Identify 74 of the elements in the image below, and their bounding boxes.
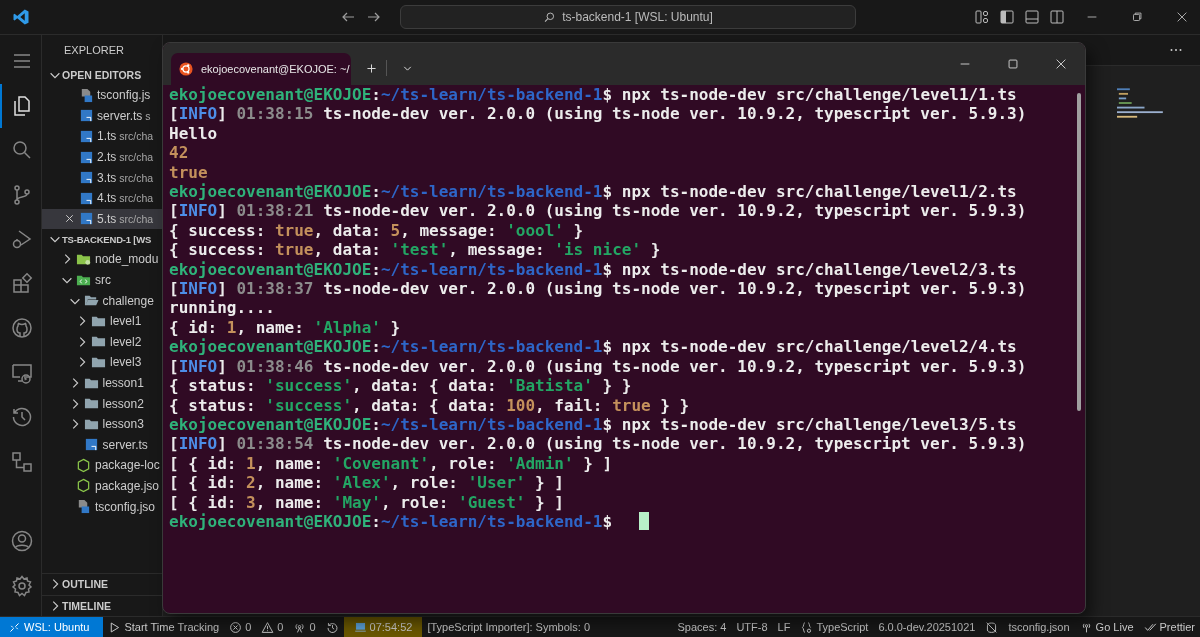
tree-item-label[interactable]: lesson3 <box>102 417 144 432</box>
editor-file-name[interactable]: 5.ts <box>97 211 117 226</box>
status-bar-item[interactable]: 07:54:52 <box>343 617 423 637</box>
selected-editor-row[interactable]: 5.ts src/cha <box>42 208 162 230</box>
terminal-line: [ { id: 1, name: 'Covenant', role: 'Admin' } ] <box>169 453 613 474</box>
section-title: TS-BACKEND-1 [WS <box>62 233 152 245</box>
section-title: TIMELINE <box>62 599 111 612</box>
terminal-line: ekojoecovenant@EKOJOE:~/ts-learn/ts-backend-1$ npx ts-node-dev src/challenge/level1/1.ts <box>169 85 1017 105</box>
editor-file-name[interactable]: 2.ts <box>97 150 117 165</box>
tree-item-label[interactable]: tsconfig.jso <box>95 499 156 514</box>
editor-file-name[interactable]: 3.ts <box>97 170 117 185</box>
terminal-line: [INFO] 01:38:21 ts-node-dev ver. 2.0.0 (using ts-node ver. 10.9.2, typescript ver. 5.9.3) <box>169 201 1027 221</box>
tree-item-label[interactable]: challenge <box>102 293 154 308</box>
terminal-line: { status: 'success', data: { data: 'Batista' } } <box>169 376 632 396</box>
editor-file-path: s <box>145 109 151 122</box>
explorer-title: EXPLORER <box>63 43 125 58</box>
editor-file-path: src/cha <box>119 130 154 143</box>
terminal-line: [ { id: 2, name: 'Alex', role: 'User' } ] <box>169 473 564 493</box>
status-bar-item[interactable]: 0 <box>256 617 289 637</box>
editor-file-name[interactable]: server.ts <box>97 108 143 123</box>
tree-item-label[interactable]: lesson2 <box>102 396 144 411</box>
terminal-tab[interactable]: ekojoecovenant@EKOJOE: ~/ <box>171 53 351 85</box>
terminal-line: ekojoecovenant@EKOJOE:~/ts-learn/ts-backend-1$ npx ts-node-dev src/challenge/level1/2.ts <box>169 182 1017 202</box>
terminal-line: ekojoecovenant@EKOJOE:~/ts-learn/ts-backend-1$ <box>169 511 613 532</box>
command-search-field[interactable]: ts-backend-1 [WSL: Ubuntu] <box>400 5 856 29</box>
status-bar-item[interactable]: 6.0.0-dev.20251021 <box>873 617 981 637</box>
editor-file-path: src/cha <box>119 171 154 184</box>
status-bar-item[interactable]: tsconfig.json <box>1003 617 1075 637</box>
status-bar-item[interactable]: WSL: Ubuntu <box>0 617 104 637</box>
terminal-line: [INFO] 01:38:15 ts-node-dev ver. 2.0.0 (using ts-node ver. 10.9.2, typescript ver. 5.9.3) <box>169 104 1027 124</box>
status-bar-item[interactable]: TypeScript <box>795 617 874 637</box>
editor-file-path: src/cha <box>119 212 154 225</box>
status-bar-item[interactable]: 0 <box>224 617 257 637</box>
terminal-line: { id: 1, name: 'Alpha' } <box>169 317 401 338</box>
terminal-line: running.... <box>169 298 275 318</box>
terminal-line: [INFO] 01:38:54 ts-node-dev ver. 2.0.0 (using ts-node ver. 10.9.2, typescript ver. 5.9.3) <box>169 434 1027 454</box>
terminal-line: { status: 'success', data: { data: 100, fail: true } } <box>169 395 690 415</box>
terminal-line: [INFO] 01:38:37 ts-node-dev ver. 2.0.0 (using ts-node ver. 10.9.2, typescript ver. 5.9.3) <box>169 279 1027 299</box>
tree-item-label[interactable]: level2 <box>110 334 142 349</box>
status-bar-item[interactable]: [TypeScript Importer]: Symbols: 0 <box>422 617 595 637</box>
terminal-line: ekojoecovenant@EKOJOE:~/ts-learn/ts-backend-1$ npx ts-node-dev src/challenge/level2/3.ts <box>169 259 1017 280</box>
status-bar-item[interactable]: Prettier <box>1138 617 1200 637</box>
tree-item-label[interactable]: level3 <box>110 355 142 370</box>
terminal-line: ekojoecovenant@EKOJOE:~/ts-learn/ts-backend-1$ npx ts-node-dev src/challenge/level2/4.ts <box>169 337 1017 357</box>
editor-file-path: src/cha <box>119 192 154 205</box>
terminal-line: ekojoecovenant@EKOJOE:~/ts-learn/ts-backend-1$ npx ts-node-dev src/challenge/level3/5.ts <box>169 414 1017 435</box>
section-header-toggle[interactable]: TS-BACKEND-1 [WS <box>42 229 162 250</box>
editor-file-name[interactable]: 4.ts <box>97 191 117 206</box>
section-title: OPEN EDITORS <box>62 69 142 81</box>
editor-file-path: src/cha <box>119 151 154 164</box>
editor-file-name[interactable]: 1.ts <box>97 129 117 144</box>
tree-item-label[interactable]: package.jso <box>95 479 160 493</box>
tree-item-label[interactable]: server.ts <box>102 437 148 452</box>
editor-file-name[interactable]: tsconfig.js <box>97 88 151 103</box>
tree-item-label[interactable]: package-loc <box>95 458 160 473</box>
status-bar-item[interactable]: LF <box>772 617 796 637</box>
status-bar-item[interactable]: UTF-8 <box>731 617 773 637</box>
status-bar-item[interactable]: Start Time Tracking <box>103 617 225 637</box>
tree-item-label[interactable]: node_modu <box>95 252 159 267</box>
terminal-line: true <box>169 162 208 183</box>
section-title: OUTLINE <box>62 578 109 591</box>
status-bar-item[interactable]: Go Live <box>1074 617 1139 637</box>
terminal-line: [ { id: 3, name: 'May', role: 'Guest' } ] <box>169 492 564 512</box>
tree-item-label[interactable]: level1 <box>110 314 142 329</box>
tree-item-label[interactable]: src <box>95 273 111 288</box>
terminal-line: Hello <box>169 123 218 144</box>
terminal-line: { success: true, data: 'test', message: 'is nice' } <box>169 240 661 260</box>
section-header-toggle[interactable]: OPEN EDITORS <box>42 65 162 85</box>
terminal-line: { success: true, data: 5, message: 'oool' } <box>169 220 584 241</box>
status-bar-item[interactable]: Spaces: 4 <box>672 617 732 637</box>
tree-item-label[interactable]: lesson1 <box>102 376 144 390</box>
terminal-line: 42 <box>169 143 189 163</box>
terminal-line: [INFO] 01:38:46 ts-node-dev ver. 2.0.0 (using ts-node ver. 10.9.2, typescript ver. 5.9.3) <box>169 356 1027 377</box>
status-bar-item[interactable]: 0 <box>288 617 321 637</box>
